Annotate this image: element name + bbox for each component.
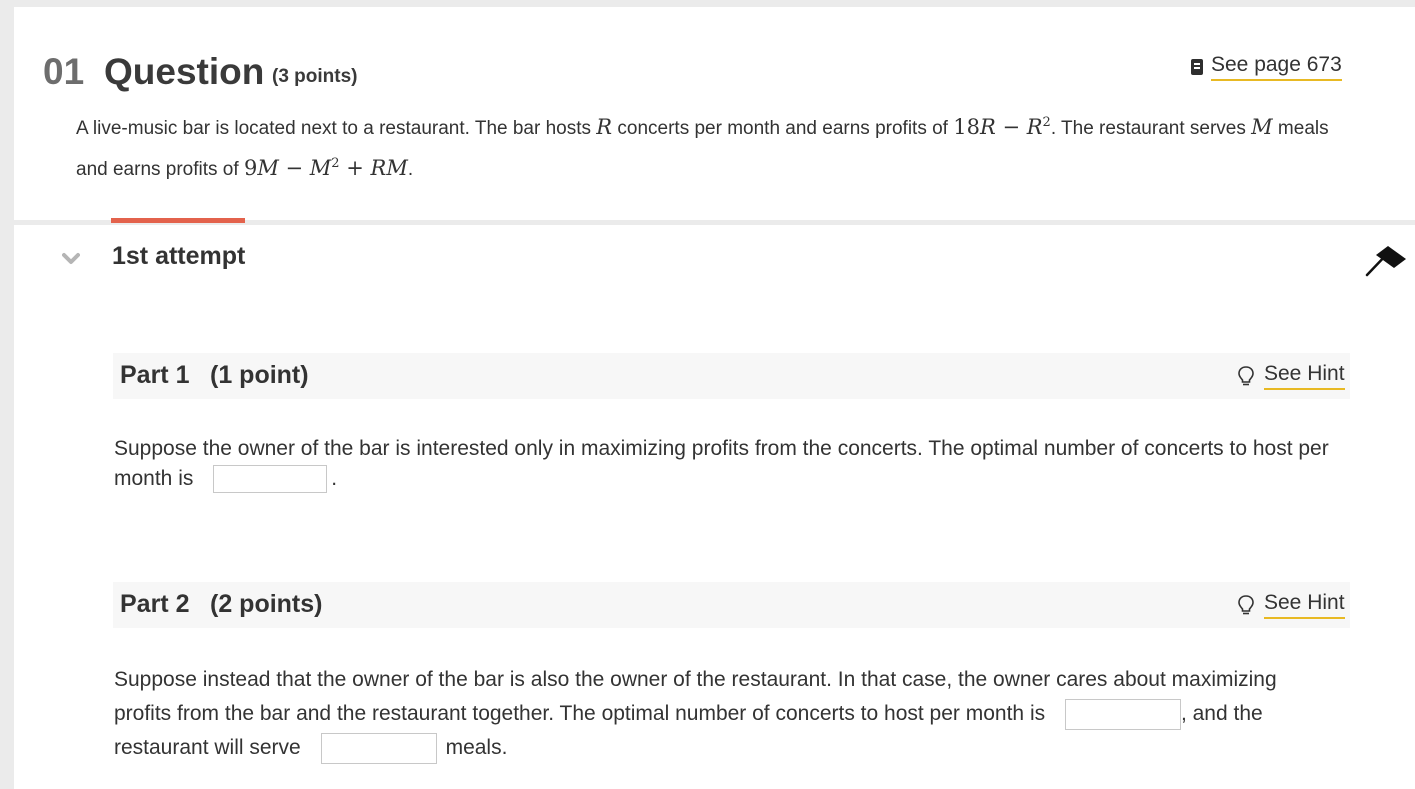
math-var-M: M bbox=[1251, 115, 1273, 139]
question-number: 01 bbox=[43, 51, 85, 92]
see-page-link[interactable]: See page 673 bbox=[1191, 53, 1342, 81]
part1-answer-input[interactable] bbox=[213, 465, 328, 494]
part1-title: Part 1 bbox=[120, 361, 190, 389]
lightbulb-icon bbox=[1238, 595, 1254, 615]
see-page-label: See page 673 bbox=[1211, 53, 1342, 81]
part1-prompt: Suppose the owner of the bar is interest… bbox=[114, 434, 1329, 494]
book-icon bbox=[1191, 59, 1203, 75]
attempt-title: 1st attempt bbox=[112, 242, 246, 270]
part1-see-hint-link[interactable]: See Hint bbox=[1237, 362, 1345, 390]
part2-prompt: Suppose instead that the owner of the ba… bbox=[114, 663, 1329, 765]
lightbulb-icon bbox=[1238, 366, 1254, 386]
part2-meals-input[interactable] bbox=[320, 732, 437, 764]
part1-hint-label: See Hint bbox=[1264, 362, 1345, 390]
part2-hint-label: See Hint bbox=[1264, 591, 1345, 619]
math-restaurant-profit: 9M − M2 + RM bbox=[243, 156, 408, 180]
part2-header: Part 2 (2 points) bbox=[113, 582, 1350, 628]
active-attempt-indicator bbox=[111, 218, 245, 223]
chevron-down-icon[interactable] bbox=[62, 252, 80, 266]
math-var-R: R bbox=[596, 115, 613, 139]
question-stem: A live-music bar is located next to a re… bbox=[76, 115, 1329, 180]
left-gutter bbox=[0, 7, 14, 789]
question-points: (3 points) bbox=[272, 66, 358, 87]
part1-points: (1 point) bbox=[210, 361, 309, 389]
question-title: Question bbox=[104, 51, 265, 92]
top-border bbox=[0, 0, 1415, 7]
flag-icon[interactable] bbox=[1364, 244, 1408, 278]
part2-points: (2 points) bbox=[210, 590, 323, 618]
math-bar-profit: 18R − R2 bbox=[953, 115, 1051, 139]
part1-header: Part 1 (1 point) bbox=[113, 353, 1350, 399]
part2-title: Part 2 bbox=[120, 590, 190, 618]
part2-see-hint-link[interactable]: See Hint bbox=[1237, 591, 1345, 619]
part2-concerts-input[interactable] bbox=[1064, 698, 1181, 730]
